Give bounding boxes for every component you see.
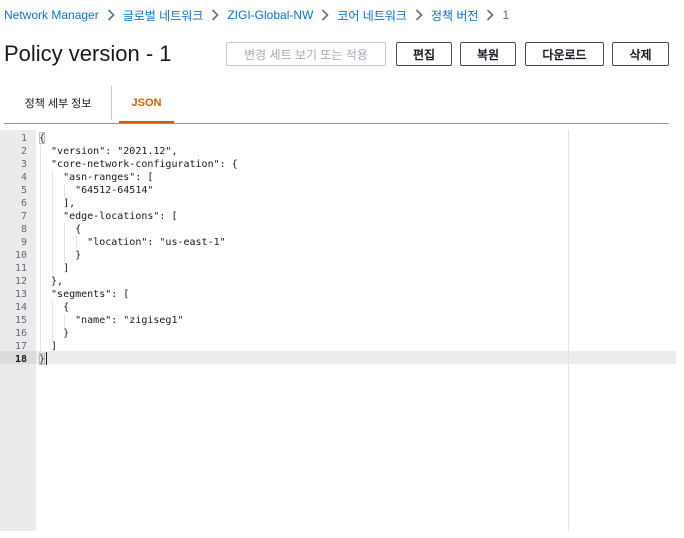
code-line: "location": "us-east-1": [39, 237, 226, 248]
code-line: {: [39, 302, 70, 313]
chevron-right-icon: [313, 6, 337, 24]
restore-button[interactable]: 복원: [460, 42, 516, 66]
line-number: 16: [14, 328, 27, 339]
line-number: 17: [14, 341, 27, 352]
code-line: {: [39, 224, 82, 235]
line-number: 5: [20, 185, 27, 196]
code-line: ]: [39, 341, 58, 352]
code-line: ],: [39, 198, 76, 209]
tab-list: 정책 세부 정보 JSON: [4, 84, 669, 124]
chevron-right-icon: [407, 6, 431, 24]
line-number: 12: [14, 276, 27, 287]
code-area[interactable]: { "version": "2021.12", "core-network-co…: [36, 130, 676, 531]
code-line: {: [39, 133, 46, 144]
json-editor[interactable]: 1 2 3 4 5 6 7 8 9 10 11 12 13 14 15 16 1…: [0, 130, 676, 531]
code-line: "version": "2021.12",: [39, 146, 178, 157]
line-number: 10: [14, 250, 27, 261]
active-line-highlight: [36, 351, 676, 364]
line-number: 4: [20, 172, 27, 183]
page-title: Policy version - 1: [4, 41, 172, 66]
chevron-right-icon: [99, 6, 123, 24]
code-line: }: [39, 328, 70, 339]
tab-divider: [111, 86, 112, 120]
breadcrumb-current: 1: [502, 8, 510, 22]
code-line: ]: [39, 263, 70, 274]
tab-policy-details[interactable]: 정책 세부 정보: [14, 84, 102, 122]
breadcrumb-global-network-name[interactable]: ZIGI-Global-NW: [227, 8, 313, 22]
tab-json[interactable]: JSON: [119, 84, 174, 123]
line-number: 6: [20, 198, 27, 209]
breadcrumb-network-manager[interactable]: Network Manager: [4, 8, 99, 22]
breadcrumb-global-networks[interactable]: 글로벌 네트워크: [123, 7, 204, 24]
download-button[interactable]: 다운로드: [525, 42, 604, 66]
code-line: "edge-locations": [: [39, 211, 178, 222]
breadcrumb-core-network[interactable]: 코어 네트워크: [337, 7, 407, 24]
code-line: }: [39, 354, 46, 365]
line-number: 9: [20, 237, 27, 248]
code-line: "name": "zigiseg1": [39, 315, 184, 326]
policy-version-page: Network Manager 글로벌 네트워크 ZIGI-Global-NW …: [0, 0, 684, 538]
breadcrumb-policy-versions[interactable]: 정책 버전: [431, 7, 479, 24]
text-cursor: [46, 352, 47, 365]
line-number-active: 18: [14, 354, 27, 365]
line-number: 14: [14, 302, 27, 313]
code-line: }: [39, 250, 82, 261]
line-number: 15: [14, 315, 27, 326]
line-number: 1: [20, 133, 27, 144]
code-line: "segments": [: [39, 289, 130, 300]
chevron-right-icon: [478, 6, 502, 24]
code-line: "core-network-configuration": {: [39, 159, 238, 170]
view-change-set-button[interactable]: 변경 세트 보기 또는 적용: [226, 42, 386, 66]
delete-button[interactable]: 삭제: [612, 42, 669, 66]
line-number-gutter: 1 2 3 4 5 6 7 8 9 10 11 12 13 14 15 16 1…: [0, 130, 36, 531]
code-line: "64512-64514": [39, 185, 154, 196]
line-number: 2: [20, 146, 27, 157]
line-number: 8: [20, 224, 27, 235]
line-number: 11: [14, 263, 27, 274]
breadcrumb: Network Manager 글로벌 네트워크 ZIGI-Global-NW …: [4, 6, 509, 24]
edit-button[interactable]: 편집: [396, 42, 452, 66]
line-number: 3: [20, 159, 27, 170]
line-number: 7: [20, 211, 27, 222]
line-number: 13: [14, 289, 27, 300]
code-line: "asn-ranges": [: [39, 172, 154, 183]
code-line: },: [39, 276, 64, 287]
chevron-right-icon: [203, 6, 227, 24]
print-margin: [568, 130, 569, 531]
